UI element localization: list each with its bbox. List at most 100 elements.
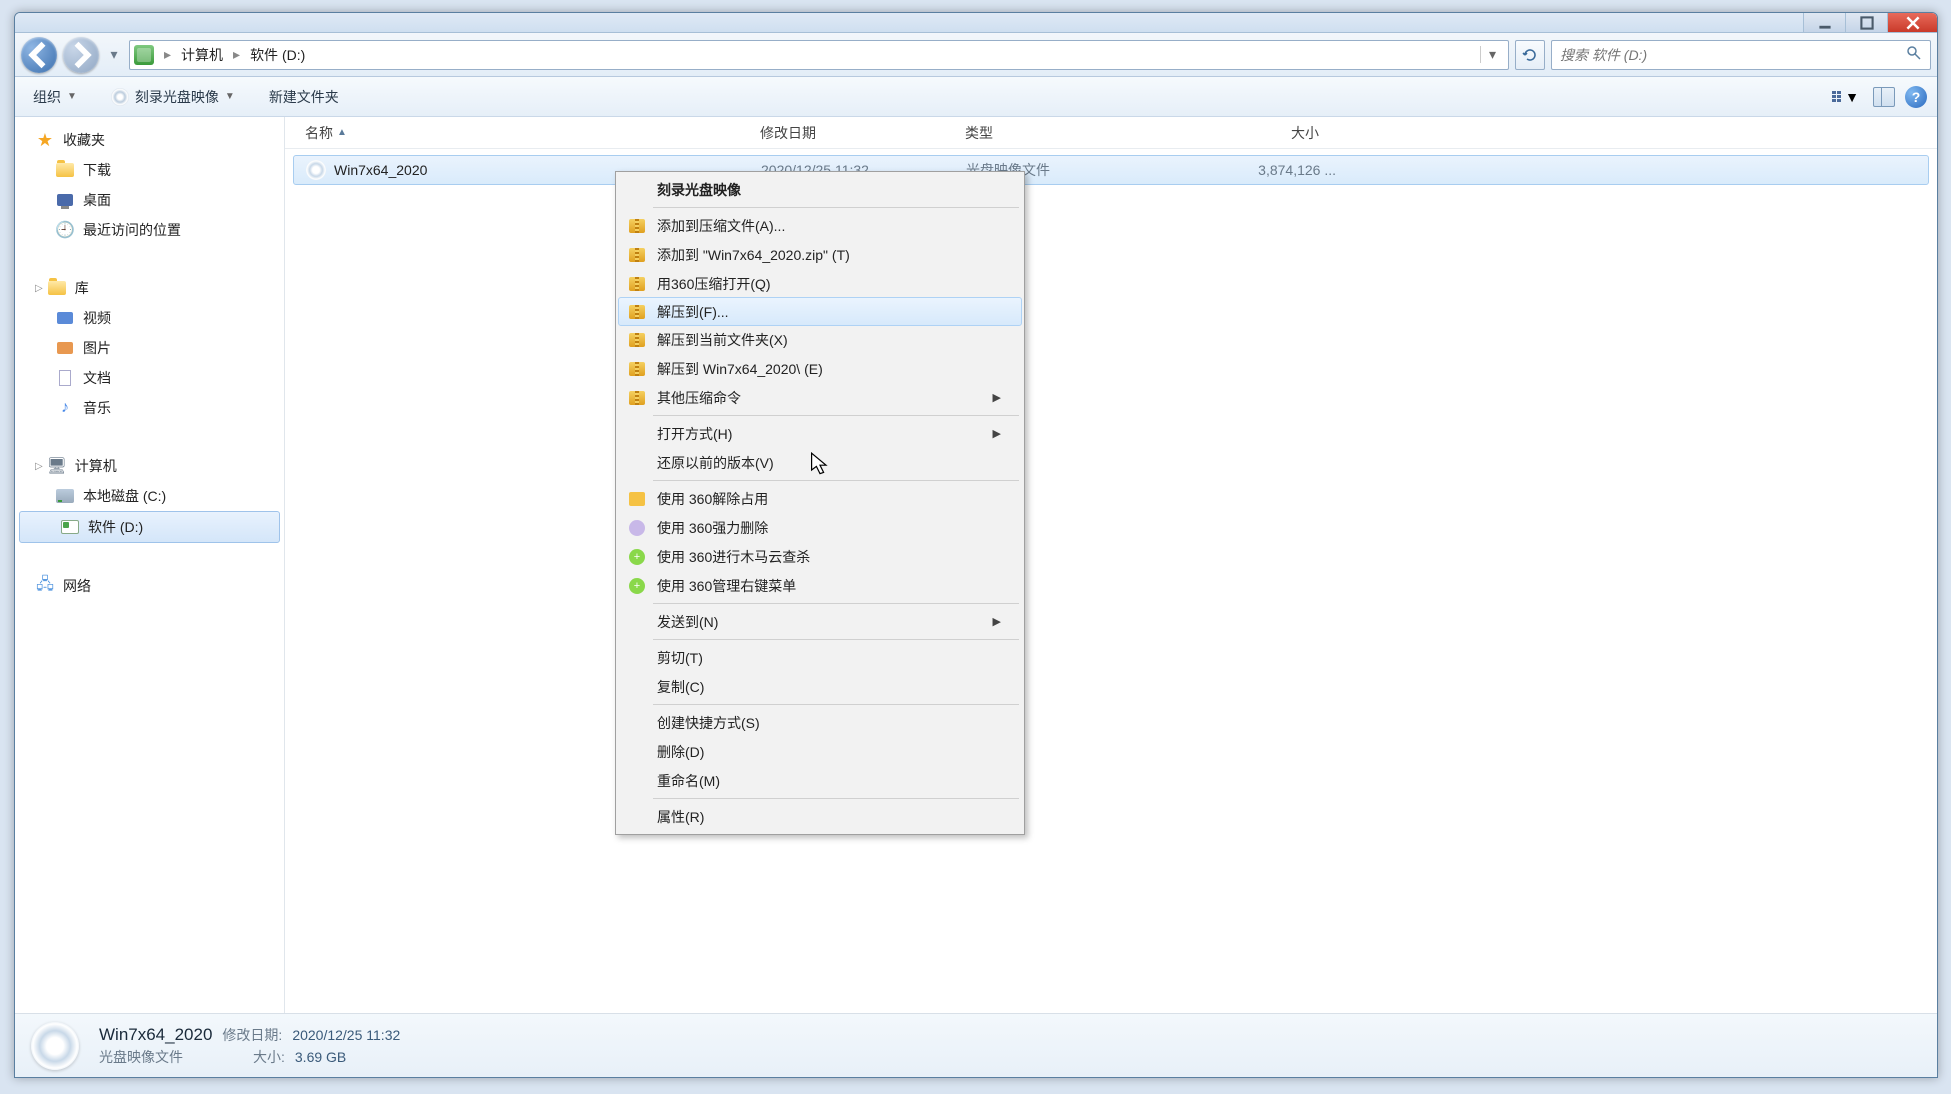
search-box[interactable] (1551, 40, 1931, 70)
sidebar-item-music[interactable]: ♪音乐 (15, 393, 284, 423)
menu-360-scan[interactable]: +使用 360进行木马云查杀 (619, 542, 1021, 571)
burn-image-button[interactable]: 刻录光盘映像▼ (103, 83, 243, 111)
column-size[interactable]: 大小 (1167, 123, 1327, 143)
maximize-button[interactable] (1845, 13, 1887, 32)
menu-shortcut[interactable]: 创建快捷方式(S) (619, 708, 1021, 737)
menu-cut[interactable]: 剪切(T) (619, 643, 1021, 672)
submenu-arrow-icon: ▶ (993, 391, 1001, 404)
sidebar-favorites[interactable]: ★收藏夹 (15, 125, 284, 155)
column-name[interactable]: 名称▲ (297, 123, 752, 143)
sidebar: ★收藏夹 下载 桌面 🕘最近访问的位置 ▷库 视频 图片 文档 ♪音乐 ▷🖥计算… (15, 117, 285, 1013)
breadcrumb-current[interactable]: 软件 (D:) (250, 45, 305, 65)
file-size: 3,874,126 ... (1176, 162, 1336, 178)
zip-icon (627, 217, 647, 235)
column-type[interactable]: 类型 (957, 123, 1167, 143)
status-filetype: 光盘映像文件 (99, 1047, 183, 1067)
video-icon (55, 309, 75, 327)
address-bar[interactable]: ▸ 计算机 ▸ 软件 (D:) ▾ (129, 40, 1509, 70)
picture-icon (55, 339, 75, 357)
titlebar (15, 13, 1937, 33)
new-folder-button[interactable]: 新建文件夹 (261, 83, 347, 111)
search-input[interactable] (1560, 47, 1906, 63)
submenu-arrow-icon: ▶ (993, 615, 1001, 628)
history-dropdown[interactable]: ▾ (105, 46, 123, 63)
breadcrumb-computer[interactable]: 计算机 (181, 45, 223, 65)
desktop-icon (55, 191, 75, 209)
column-date[interactable]: 修改日期 (752, 123, 957, 143)
library-icon (47, 279, 67, 297)
download-icon (55, 161, 75, 179)
menu-rename[interactable]: 重命名(M) (619, 766, 1021, 795)
menu-properties[interactable]: 属性(R) (619, 802, 1021, 831)
sidebar-item-documents[interactable]: 文档 (15, 363, 284, 393)
sidebar-item-desktop[interactable]: 桌面 (15, 185, 284, 215)
menu-360-unlock[interactable]: 使用 360解除占用 (619, 484, 1021, 513)
sidebar-libraries[interactable]: ▷库 (15, 273, 284, 303)
file-pane: 名称▲ 修改日期 类型 大小 Win7x64_2020 2020/12/25 1… (285, 117, 1937, 1013)
context-menu: 刻录光盘映像 添加到压缩文件(A)... 添加到 "Win7x64_2020.z… (615, 171, 1025, 835)
menu-add-zip[interactable]: 添加到 "Win7x64_2020.zip" (T) (619, 240, 1021, 269)
menu-add-archive[interactable]: 添加到压缩文件(A)... (619, 211, 1021, 240)
menu-extract-here[interactable]: 解压到当前文件夹(X) (619, 325, 1021, 354)
drive-icon (60, 518, 80, 536)
grid-icon (1832, 91, 1841, 102)
toolbar: 组织▼ 刻录光盘映像▼ 新建文件夹 ▼ ? (15, 77, 1937, 117)
explorer-window: ▾ ▸ 计算机 ▸ 软件 (D:) ▾ 组织▼ 刻录光盘映像▼ 新建文件夹 ▼ … (14, 12, 1938, 1078)
menu-360-forcedel[interactable]: 使用 360强力删除 (619, 513, 1021, 542)
menu-restore[interactable]: 还原以前的版本(V) (619, 448, 1021, 477)
gear-icon: + (627, 577, 647, 595)
file-row[interactable]: Win7x64_2020 2020/12/25 11:32 光盘映像文件 3,8… (293, 155, 1929, 185)
star-icon: ★ (35, 131, 55, 149)
menu-sep (653, 603, 1019, 604)
file-list[interactable]: Win7x64_2020 2020/12/25 11:32 光盘映像文件 3,8… (285, 149, 1937, 1013)
sidebar-item-local-c[interactable]: 本地磁盘 (C:) (15, 481, 284, 511)
status-bar: Win7x64_2020 修改日期: 2020/12/25 11:32 光盘映像… (15, 1013, 1937, 1077)
lock-icon (627, 490, 647, 508)
minimize-button[interactable] (1803, 13, 1845, 32)
sidebar-item-pictures[interactable]: 图片 (15, 333, 284, 363)
menu-burn[interactable]: 刻录光盘映像 (619, 175, 1021, 204)
menu-delete[interactable]: 删除(D) (619, 737, 1021, 766)
menu-sep (653, 639, 1019, 640)
zip-icon (627, 331, 647, 349)
menu-extract-named[interactable]: 解压到 Win7x64_2020\ (E) (619, 354, 1021, 383)
sidebar-item-videos[interactable]: 视频 (15, 303, 284, 333)
close-button[interactable] (1887, 13, 1937, 32)
back-button[interactable] (21, 37, 57, 73)
zip-icon (627, 303, 647, 321)
menu-extract-to[interactable]: 解压到(F)... (618, 297, 1022, 326)
menu-sep (653, 798, 1019, 799)
search-icon[interactable] (1906, 45, 1922, 64)
menu-copy[interactable]: 复制(C) (619, 672, 1021, 701)
help-button[interactable]: ? (1905, 86, 1927, 108)
computer-icon: 🖥 (47, 457, 67, 475)
sidebar-computer[interactable]: ▷🖥计算机 (15, 451, 284, 481)
delete-icon (627, 519, 647, 537)
menu-sep (653, 415, 1019, 416)
menu-open-with[interactable]: 打开方式(H)▶ (619, 419, 1021, 448)
refresh-button[interactable] (1515, 40, 1545, 70)
sidebar-item-downloads[interactable]: 下载 (15, 155, 284, 185)
expand-icon: ▷ (35, 283, 43, 294)
menu-360-manage[interactable]: +使用 360管理右键菜单 (619, 571, 1021, 600)
zip-icon (627, 246, 647, 264)
sidebar-network[interactable]: 🖧网络 (15, 571, 284, 601)
status-date-label: 修改日期: (222, 1025, 282, 1045)
status-thumb-icon (31, 1022, 79, 1070)
zip-icon (627, 389, 647, 407)
organize-button[interactable]: 组织▼ (25, 83, 85, 111)
sidebar-item-software-d[interactable]: 软件 (D:) (19, 511, 280, 543)
menu-sep (653, 480, 1019, 481)
menu-open-360zip[interactable]: 用360压缩打开(Q) (619, 269, 1021, 298)
address-dropdown[interactable]: ▾ (1480, 46, 1504, 63)
menu-other-zip[interactable]: 其他压缩命令▶ (619, 383, 1021, 412)
status-filename: Win7x64_2020 (99, 1025, 212, 1045)
menu-send-to[interactable]: 发送到(N)▶ (619, 607, 1021, 636)
menu-sep (653, 704, 1019, 705)
preview-pane-button[interactable] (1873, 87, 1895, 107)
zip-icon (627, 360, 647, 378)
forward-button[interactable] (63, 37, 99, 73)
disc-icon (111, 88, 129, 106)
sidebar-item-recent[interactable]: 🕘最近访问的位置 (15, 215, 284, 245)
view-mode-button[interactable]: ▼ (1828, 85, 1863, 109)
